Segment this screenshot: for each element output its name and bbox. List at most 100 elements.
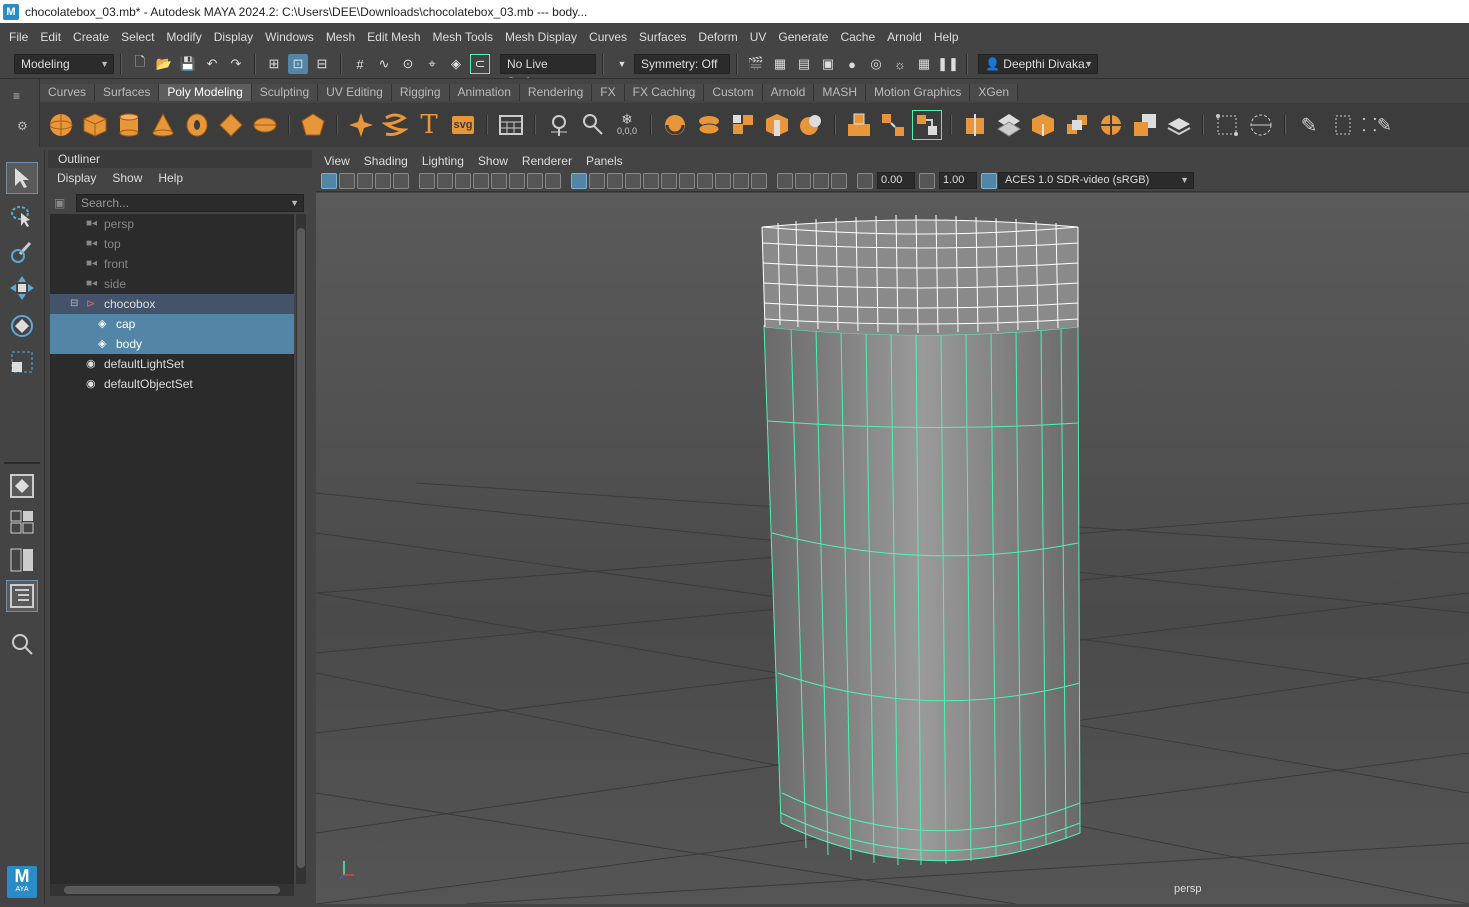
menu-uv[interactable]: UV xyxy=(746,30,775,44)
smooth-shade-icon[interactable] xyxy=(589,172,605,189)
select-hierarchy-icon[interactable]: ⊞ xyxy=(264,54,284,74)
select-component-icon[interactable]: ⊟ xyxy=(312,54,332,74)
target-weld-icon[interactable] xyxy=(994,110,1024,140)
safe-title-icon[interactable] xyxy=(545,172,561,189)
ipr-icon[interactable]: ▤ xyxy=(794,54,814,74)
shelf-tab-curves[interactable]: Curves xyxy=(40,84,96,101)
single-view-layout-icon[interactable] xyxy=(6,470,38,502)
outliner-search-input[interactable]: Search... ▼ xyxy=(76,194,304,212)
xray-icon[interactable] xyxy=(697,172,713,189)
outliner-menu-show[interactable]: Show xyxy=(112,171,142,185)
uv-sphere-icon[interactable] xyxy=(1246,110,1276,140)
menu-modify[interactable]: Modify xyxy=(162,30,209,44)
snap-curve-icon[interactable]: ∿ xyxy=(374,54,394,74)
ambient-occlusion-icon[interactable] xyxy=(751,172,767,189)
snap-live-icon[interactable]: ⊂ xyxy=(470,54,490,74)
collapse-icon[interactable]: ⊟ xyxy=(70,294,78,314)
scale-tool-icon[interactable] xyxy=(6,346,38,378)
menu-windows[interactable]: Windows xyxy=(261,30,322,44)
menu-surfaces[interactable]: Surfaces xyxy=(635,30,694,44)
menu-edit-mesh[interactable]: Edit Mesh xyxy=(363,30,428,44)
viewport-menu-view[interactable]: View xyxy=(324,154,350,168)
pause-icon[interactable]: ❚❚ xyxy=(937,54,959,74)
textured-icon[interactable] xyxy=(625,172,641,189)
two-view-layout-icon[interactable] xyxy=(6,544,38,576)
outliner-item-cap[interactable]: ◈ cap xyxy=(50,314,294,334)
render-frame-icon[interactable]: ▦ xyxy=(770,54,790,74)
outliner-item-front[interactable]: ■◂ front xyxy=(50,254,294,274)
outliner-layout-icon[interactable] xyxy=(6,580,38,612)
append-polygon-icon[interactable] xyxy=(912,110,942,140)
shelf-tab-custom[interactable]: Custom xyxy=(704,84,763,101)
shelf-tab-rendering[interactable]: Rendering xyxy=(519,84,593,101)
viewport-menu-show[interactable]: Show xyxy=(478,154,508,168)
bevel-icon[interactable] xyxy=(762,110,792,140)
snap-surface-icon[interactable]: ◈ xyxy=(446,54,466,74)
menu-display[interactable]: Display xyxy=(210,30,261,44)
mode-dropdown[interactable]: Modeling ▼ xyxy=(14,54,114,74)
menu-mesh-tools[interactable]: Mesh Tools xyxy=(429,30,501,44)
bridge-icon[interactable] xyxy=(878,110,908,140)
exposure-icon[interactable] xyxy=(857,172,873,189)
outliner-item-persp[interactable]: ■◂ persp xyxy=(50,214,294,234)
gate-mask-icon[interactable] xyxy=(491,172,507,189)
grease-pencil-icon[interactable] xyxy=(419,172,435,189)
shelf-tab-sculpting[interactable]: Sculpting xyxy=(251,84,319,101)
uv-editor-icon[interactable] xyxy=(1212,110,1242,140)
colorspace-dropdown[interactable]: ACES 1.0 SDR-video (sRGB) ▼ xyxy=(998,172,1194,189)
poly-cube-icon[interactable] xyxy=(80,110,110,140)
menu-deform[interactable]: Deform xyxy=(694,30,745,44)
lasso-tool-icon[interactable] xyxy=(6,200,38,232)
scrollbar-thumb[interactable] xyxy=(64,886,280,894)
poly-cylinder-icon[interactable] xyxy=(114,110,144,140)
poly-superellipse-icon[interactable] xyxy=(346,110,376,140)
bookmark-icon[interactable] xyxy=(357,172,373,189)
select-tool-icon[interactable] xyxy=(6,162,38,194)
outliner-vertical-scrollbar[interactable] xyxy=(296,214,306,884)
render-sequence-icon[interactable]: ▦ xyxy=(914,54,934,74)
shelf-tab-motion-graphics[interactable]: Motion Graphics xyxy=(866,84,971,101)
four-view-layout-icon[interactable] xyxy=(6,506,38,538)
outliner-item-body[interactable]: ◈ body xyxy=(50,334,294,354)
poly-disc-icon[interactable] xyxy=(250,110,280,140)
shelf-tab-uv-editing[interactable]: UV Editing xyxy=(318,84,392,101)
gamma-icon[interactable] xyxy=(919,172,935,189)
chocobox-body-mesh[interactable] xyxy=(763,324,1081,866)
film-gate-icon[interactable] xyxy=(455,172,471,189)
xray-joints-icon[interactable] xyxy=(715,172,731,189)
image-plane-icon[interactable] xyxy=(375,172,391,189)
snow-icon[interactable]: ❄ 0,0,0 xyxy=(612,110,642,140)
frame-icon[interactable] xyxy=(1328,110,1358,140)
extract-icon[interactable] xyxy=(728,110,758,140)
edit-icon[interactable]: ⸬✎ xyxy=(1362,110,1392,140)
user-account-dropdown[interactable]: 👤 Deepthi Divaka. ▼ xyxy=(978,54,1098,74)
menu-file[interactable]: File xyxy=(5,30,36,44)
shelf-tab-fx-caching[interactable]: FX Caching xyxy=(624,84,705,101)
live-surface-field[interactable]: No Live Surface xyxy=(500,54,596,89)
outliner-menu-display[interactable]: Display xyxy=(57,171,96,185)
menu-edit[interactable]: Edit xyxy=(36,30,69,44)
render-settings-icon[interactable]: ▣ xyxy=(818,54,838,74)
viewport-menu-panels[interactable]: Panels xyxy=(586,154,623,168)
circularize-icon[interactable] xyxy=(1096,110,1126,140)
hypershade-icon[interactable]: ● xyxy=(842,54,862,74)
grid-toggle-icon[interactable] xyxy=(437,172,453,189)
snap-point-icon[interactable]: ⊙ xyxy=(398,54,418,74)
outliner-menu-help[interactable]: Help xyxy=(158,171,183,185)
resolution-gate-icon[interactable] xyxy=(473,172,489,189)
new-scene-icon[interactable]: 🗋 xyxy=(130,54,150,74)
shelf-tab-xgen[interactable]: XGen xyxy=(970,84,1019,101)
maya-logo[interactable]: M AYA xyxy=(7,866,37,898)
poly-platonic-icon[interactable] xyxy=(298,110,328,140)
outliner-item-default-object-set[interactable]: ◉ defaultObjectSet xyxy=(50,374,294,394)
chevron-down-icon[interactable]: ▼ xyxy=(612,54,632,74)
type-icon[interactable]: T xyxy=(414,110,444,140)
gamma-field[interactable]: 1.00 xyxy=(939,172,977,189)
poly-helix-icon[interactable] xyxy=(380,110,410,140)
paint-select-tool-icon[interactable] xyxy=(6,236,38,268)
menu-cache[interactable]: Cache xyxy=(836,30,883,44)
separate-icon[interactable] xyxy=(694,110,724,140)
light-editor-icon[interactable]: ☼ xyxy=(890,54,910,74)
move-tool-icon[interactable] xyxy=(6,272,38,304)
isolate-select-icon[interactable] xyxy=(777,172,793,189)
